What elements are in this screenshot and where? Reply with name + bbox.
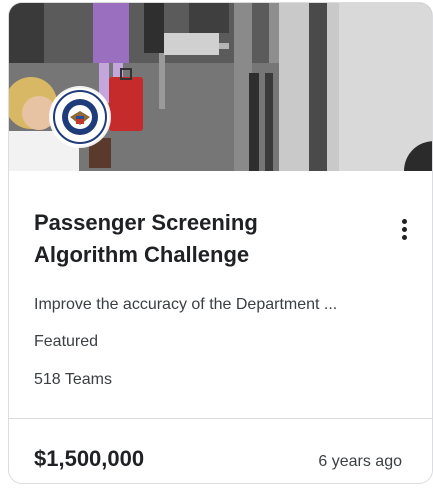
- dhs-seal-icon: [51, 88, 109, 146]
- card-divider: [9, 418, 432, 419]
- competition-tag: Featured: [34, 333, 99, 350]
- competition-title[interactable]: Passenger Screening Algorithm Challenge: [34, 207, 364, 271]
- more-vert-icon[interactable]: [393, 209, 415, 249]
- airport-checkpoint-photo: [9, 3, 432, 171]
- competition-hero-image[interactable]: [9, 3, 432, 171]
- competition-age: 6 years ago: [318, 453, 402, 470]
- prize-amount: $1,500,000: [34, 446, 145, 471]
- competition-description: Improve the accuracy of the Department .…: [34, 296, 338, 313]
- team-count: 518 Teams: [34, 371, 112, 388]
- competition-card[interactable]: Passenger Screening Algorithm Challenge …: [8, 2, 433, 484]
